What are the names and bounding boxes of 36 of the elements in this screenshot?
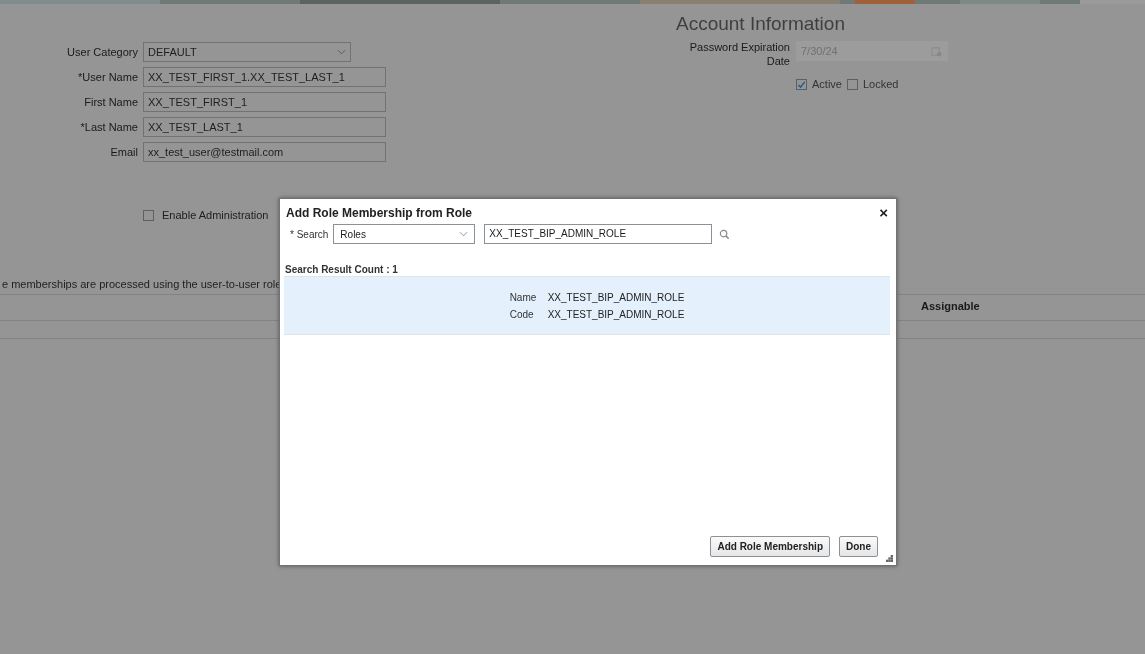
- result-value: XX_TEST_BIP_ADMIN_ROLE: [547, 308, 685, 322]
- checkbox[interactable]: [796, 78, 807, 90]
- input-field[interactable]: XX_TEST_FIRST_1: [143, 92, 386, 112]
- dialog-button[interactable]: Add Role Membership: [710, 536, 830, 557]
- chevron-down-icon: [459, 231, 469, 237]
- field-label: Email: [109, 146, 138, 158]
- resize-grip-icon[interactable]: [886, 555, 893, 562]
- input-field[interactable]: XX_TEST_FIRST_1.XX_TEST_LAST_1: [143, 67, 386, 87]
- select-field[interactable]: DEFAULT: [143, 42, 351, 62]
- checkbox-label: Active: [812, 78, 842, 90]
- close-button[interactable]: ×: [877, 204, 890, 221]
- result-row[interactable]: Name XX_TEST_BIP_ADMIN_ROLE Code XX_TEST_BIP_ADMIN_ROLE: [284, 276, 890, 335]
- input-field[interactable]: XX_TEST_LAST_1: [143, 117, 386, 137]
- dialog-button[interactable]: Done: [839, 536, 878, 557]
- search-icon[interactable]: [719, 228, 731, 240]
- search-field[interactable]: XX_TEST_BIP_ADMIN_ROLE: [484, 224, 713, 244]
- select-field[interactable]: Roles: [333, 224, 476, 244]
- section-title: Account Information: [676, 13, 846, 35]
- checkbox-label: Enable Administration: [162, 209, 269, 221]
- result-label: Name: [509, 291, 534, 305]
- field-label: First Name: [83, 96, 138, 108]
- checkbox[interactable]: [846, 78, 858, 90]
- field-label: Password Expiration Date: [688, 40, 790, 68]
- field-label: User Category: [66, 46, 138, 58]
- input-field[interactable]: xx_test_user@testmail.com: [143, 142, 386, 162]
- result-label: Code: [509, 308, 534, 322]
- dialog-title: Add Role Membership from Role: [286, 205, 473, 220]
- column-header: Assignable: [921, 300, 980, 312]
- field-label: *User Name: [77, 71, 138, 83]
- checkbox-label: Locked: [862, 78, 899, 90]
- field-label: *Last Name: [79, 121, 138, 133]
- result-value: XX_TEST_BIP_ADMIN_ROLE: [547, 291, 685, 305]
- chevron-down-icon: [337, 49, 346, 55]
- result-count: Search Result Count : 1: [284, 264, 399, 275]
- field-label: * Search: [290, 228, 329, 240]
- checkbox[interactable]: [143, 209, 154, 221]
